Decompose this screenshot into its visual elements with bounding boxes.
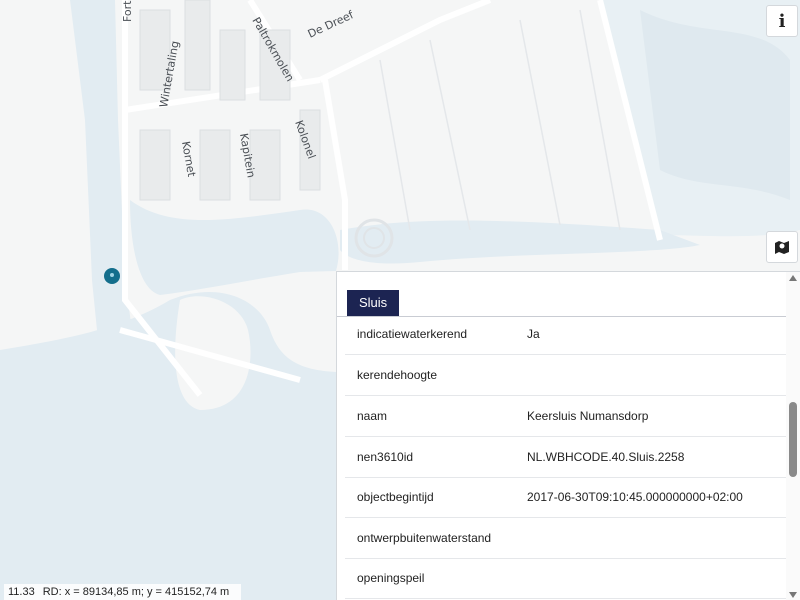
attribute-key: nen3610id	[357, 450, 414, 464]
attribute-value: NL.WBHCODE.40.Sluis.2258	[527, 450, 685, 464]
feature-info-panel: Sluis indicatiewaterkerend Ja kerendehoog…	[336, 271, 800, 600]
attribute-row: naam Keersluis Numansdorp	[345, 396, 788, 437]
info-icon: i	[778, 10, 786, 32]
attribute-key: objectbegintijd	[357, 490, 434, 504]
attribute-value: Ja	[527, 327, 540, 341]
status-bar: 11.33 RD: x = 89134,85 m; y = 415152,74 m	[4, 584, 242, 600]
attribute-row: kerendehoogte	[345, 355, 788, 396]
tab-sluis[interactable]: Sluis	[347, 290, 400, 316]
attribute-row: indicatiewaterkerend Ja	[345, 314, 788, 355]
street-label-fort: Fort	[121, 0, 134, 22]
map-layers-button[interactable]	[766, 231, 798, 263]
info-button[interactable]: i	[766, 5, 798, 37]
attribute-row: ontwerpbuitenwaterstand	[345, 518, 788, 559]
attribute-key: ontwerpbuitenwaterstand	[357, 531, 492, 545]
attribute-key: naam	[357, 409, 388, 423]
attribute-row: nen3610id NL.WBHCODE.40.Sluis.2258	[345, 437, 788, 478]
attribute-row: objectbegintijd 2017-06-30T09:10:45.00000…	[345, 477, 788, 518]
attribute-value: 2017-06-30T09:10:45.000000000+02:00	[527, 490, 743, 504]
attribute-value: Keersluis Numansdorp	[527, 409, 649, 423]
zoom-level: 11.33	[8, 586, 35, 598]
attribute-key: openingspeil	[357, 571, 425, 585]
panel-scrollbar[interactable]	[786, 272, 800, 600]
scroll-up-icon[interactable]	[789, 275, 797, 281]
attribute-key: kerendehoogte	[357, 368, 438, 382]
coordinate-readout: RD: x = 89134,85 m; y = 415152,74 m	[42, 586, 230, 598]
map-layers-icon	[775, 241, 789, 254]
scroll-down-icon[interactable]	[789, 592, 797, 598]
scroll-thumb[interactable]	[789, 402, 797, 477]
location-pin-icon[interactable]	[104, 268, 120, 284]
attribute-row: openingspeil	[345, 558, 788, 599]
attribute-key: indicatiewaterkerend	[357, 327, 468, 341]
